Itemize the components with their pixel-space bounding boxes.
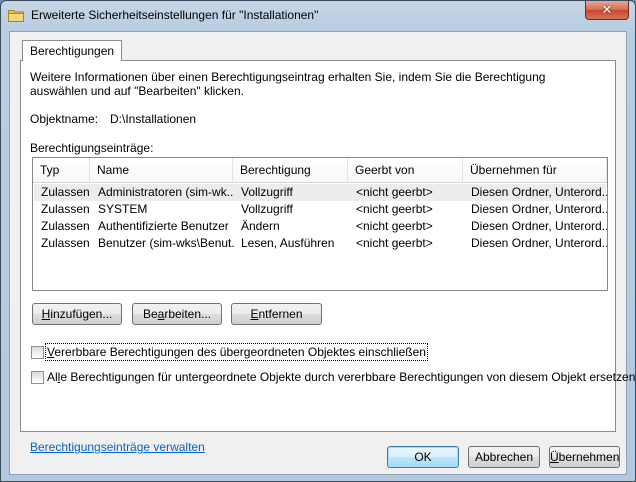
cell-uebernehmen-fuer: Diesen Ordner, Unterord... (471, 219, 608, 233)
permissions-list[interactable]: Typ Name Berechtigung Geerbt von Überneh… (32, 157, 608, 291)
table-row[interactable]: Zulassen Administratoren (sim-wk... Voll… (34, 184, 608, 201)
table-row[interactable]: Zulassen Authentifizierte Benutzer Änder… (34, 218, 608, 235)
cell-geerbt-von: <nicht geerbt> (356, 185, 433, 199)
column-header-name[interactable]: Name (90, 158, 233, 182)
cell-typ: Zulassen (41, 236, 90, 250)
list-header: Typ Name Berechtigung Geerbt von Überneh… (33, 158, 607, 183)
apply-button-accesskey: Ü (550, 450, 559, 464)
cell-geerbt-von: <nicht geerbt> (356, 236, 433, 250)
cell-typ: Zulassen (41, 202, 90, 216)
tab-berechtigungen[interactable]: Berechtigungen (22, 40, 123, 61)
cell-berechtigung: Ändern (241, 219, 280, 233)
table-row[interactable]: Zulassen Benutzer (sim-wks\Benut... Lese… (34, 235, 608, 252)
cell-name: Benutzer (sim-wks\Benut... (98, 236, 234, 250)
add-button[interactable]: Hinzufügen... (32, 303, 122, 325)
replace-label-pre: Al (47, 370, 58, 384)
apply-button[interactable]: Übernehmen (549, 446, 620, 468)
add-button-accesskey: H (41, 307, 51, 321)
ok-button[interactable]: OK (387, 446, 459, 468)
column-header-uebernehmen-fuer[interactable]: Übernehmen für (463, 158, 607, 182)
remove-button-label-post: ntfernen (258, 307, 303, 321)
inherit-permissions-label[interactable]: Vererbbare Berechtigungen des übergeordn… (45, 343, 428, 361)
cell-geerbt-von: <nicht geerbt> (356, 202, 433, 216)
manage-permissions-link[interactable]: Berechtigungseinträge verwalten (30, 440, 205, 454)
edit-button[interactable]: Bearbeiten... (132, 303, 222, 325)
entries-label: Berechtigungseinträge: (30, 141, 154, 155)
column-header-berechtigung[interactable]: Berechtigung (233, 158, 348, 182)
title-bar[interactable]: Erweiterte Sicherheitseinstellungen für … (1, 1, 635, 31)
dialog-window: Erweiterte Sicherheitseinstellungen für … (0, 0, 636, 482)
cell-uebernehmen-fuer: Diesen Ordner, Unterord... (471, 202, 608, 216)
remove-button[interactable]: Entfernen (231, 303, 322, 325)
close-icon: ✕ (601, 2, 613, 18)
replace-permissions-label[interactable]: Alle Berechtigungen für untergeordnete O… (47, 370, 635, 384)
tab-page: Weitere Informationen über einen Berecht… (20, 60, 635, 454)
edit-button-label-pre: Be (142, 307, 158, 321)
add-button-label-post: inzufügen... (50, 307, 113, 321)
cell-uebernehmen-fuer: Diesen Ordner, Unterord... (471, 236, 608, 250)
info-text: Weitere Informationen über einen Berecht… (30, 70, 546, 98)
cell-typ: Zulassen (41, 219, 90, 233)
object-name-value: D:\Installationen (110, 112, 197, 126)
dialog-client: Berechtigungen Weitere Informationen übe… (9, 31, 635, 475)
close-button[interactable]: ✕ (585, 1, 629, 20)
cell-name: Authentifizierte Benutzer (98, 219, 229, 233)
cell-name: Administratoren (sim-wk... (98, 185, 234, 199)
cell-name: SYSTEM (98, 202, 148, 216)
cell-typ: Zulassen (41, 185, 90, 199)
cell-berechtigung: Vollzugriff (241, 202, 293, 216)
cell-berechtigung: Lesen, Ausführen (241, 236, 335, 250)
replace-permissions-checkbox[interactable] (31, 371, 44, 384)
cancel-button[interactable]: Abbrechen (468, 446, 540, 468)
object-name-label: Objektname: (30, 112, 99, 126)
replace-label-post: e Berechtigungen für untergeordnete Obje… (60, 370, 636, 384)
apply-button-label-post: bernehmen (558, 450, 620, 464)
window-title: Erweiterte Sicherheitseinstellungen für … (31, 8, 319, 22)
inherit-permissions-checkbox[interactable] (31, 346, 44, 359)
cell-berechtigung: Vollzugriff (241, 185, 293, 199)
cell-uebernehmen-fuer: Diesen Ordner, Unterord... (471, 185, 608, 199)
edit-button-label-post: rbeiten... (164, 307, 212, 321)
folder-icon (8, 10, 24, 22)
table-row[interactable]: Zulassen SYSTEM Vollzugriff <nicht geerb… (34, 201, 608, 218)
cell-geerbt-von: <nicht geerbt> (356, 219, 433, 233)
column-header-typ[interactable]: Typ (33, 158, 90, 182)
inherit-label-post: ererbbare Berechtigungen des übergeordne… (54, 345, 426, 359)
column-header-geerbt-von[interactable]: Geerbt von (348, 158, 463, 182)
